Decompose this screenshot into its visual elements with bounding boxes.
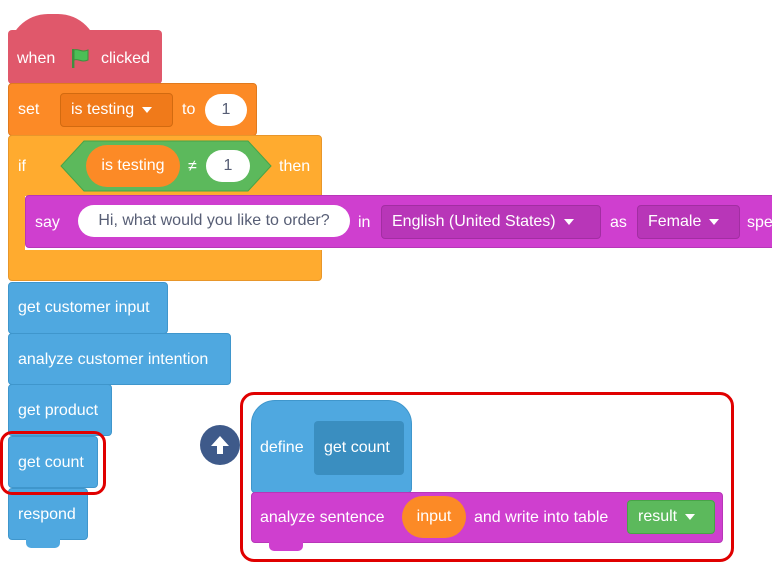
caret-down-icon [563, 219, 574, 225]
not-equal-operator: ≠ [188, 158, 197, 175]
scroll-to-top-button[interactable] [200, 425, 240, 465]
clicked-label: clicked [101, 50, 150, 67]
respond-bottom-tab [26, 539, 60, 548]
speak-trailing-label: spe [747, 214, 772, 231]
when-label: when [17, 50, 56, 67]
if-label: if [18, 158, 26, 175]
in-label: in [358, 214, 371, 231]
table-value: result [638, 508, 678, 525]
step-label: analyze customer intention [18, 351, 209, 368]
analyze-prefix-label: analyze sentence [260, 509, 385, 526]
is-testing-reporter[interactable]: is testing [86, 145, 180, 187]
input-reporter[interactable]: input [402, 496, 466, 538]
caret-down-icon [685, 514, 696, 520]
analyze-bottom-tab [269, 542, 303, 551]
speech-text-input[interactable]: Hi, what would you like to order? [78, 205, 350, 237]
get-count-highlight [0, 431, 106, 495]
step-label: get product [18, 402, 99, 419]
to-label: to [182, 101, 196, 118]
compare-value-input[interactable]: 1 [206, 150, 250, 182]
language-dropdown[interactable]: English (United States) [381, 205, 601, 239]
define-label: define [260, 439, 304, 456]
variable-dropdown[interactable]: is testing [60, 93, 173, 127]
then-label: then [279, 158, 311, 175]
custom-block-prototype[interactable]: get count [314, 421, 404, 475]
as-label: as [610, 214, 627, 231]
say-label: say [35, 214, 60, 231]
analyze-middle-label: and write into table [474, 509, 609, 526]
caret-down-icon [709, 219, 720, 225]
caret-down-icon [142, 107, 153, 113]
step-label: get customer input [18, 299, 150, 316]
step-label: respond [18, 506, 76, 523]
up-arrow-icon [209, 433, 231, 462]
table-dropdown[interactable]: result [627, 500, 715, 534]
green-flag-icon [68, 46, 92, 75]
voice-value: Female [648, 213, 702, 230]
set-value-input[interactable]: 1 [205, 94, 247, 126]
voice-dropdown[interactable]: Female [637, 205, 740, 239]
set-label: set [18, 101, 40, 118]
prototype-label: get count [324, 439, 390, 456]
language-value: English (United States) [392, 213, 556, 230]
variable-name: is testing [71, 101, 135, 118]
